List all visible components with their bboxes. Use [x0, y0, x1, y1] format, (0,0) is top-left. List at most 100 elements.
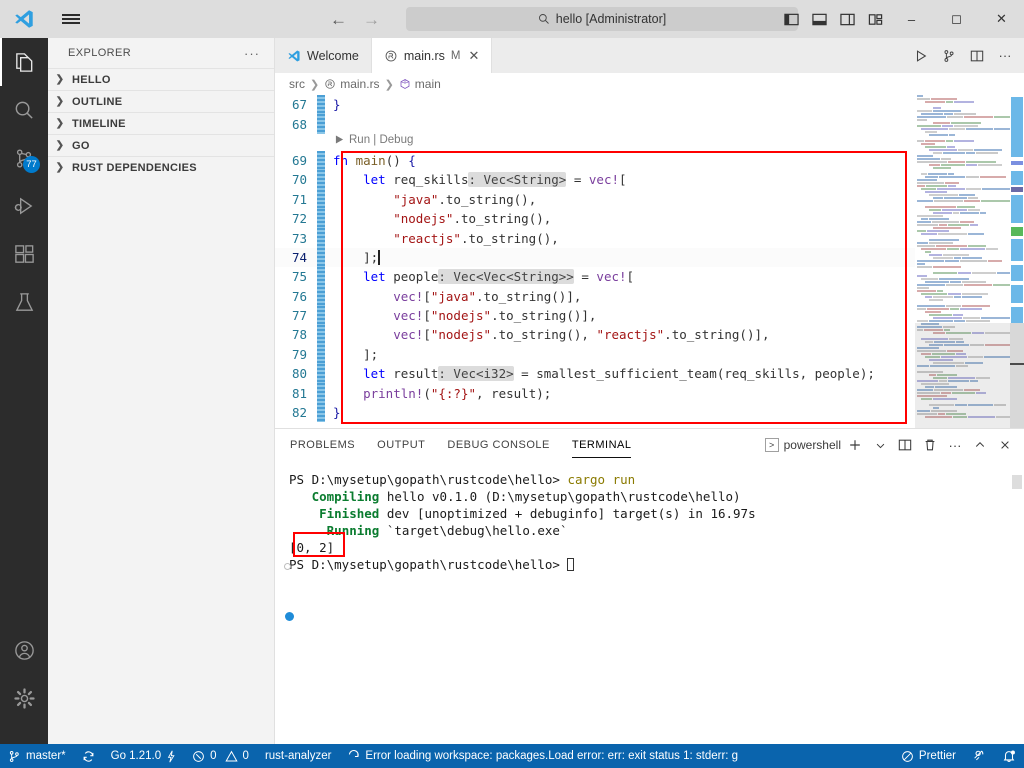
- code-line[interactable]: 78 vec!["nodejs".to_string(), "reactjs".…: [275, 325, 1024, 345]
- minimap-segment: [917, 260, 944, 262]
- minimap-segment: [954, 257, 961, 259]
- status-go-version[interactable]: Go 1.21.0: [103, 744, 185, 768]
- maximize-button[interactable]: ◻: [934, 0, 979, 38]
- git-modified-gutter: [317, 150, 325, 171]
- minimap-line: [915, 116, 1010, 118]
- code-line[interactable]: 82}: [275, 402, 1024, 423]
- minimap-line: [915, 260, 1010, 262]
- code-line[interactable]: 73 "reactjs".to_string(),: [275, 228, 1024, 248]
- breadcrumb-symbol[interactable]: main: [399, 77, 441, 91]
- toggle-panel-icon[interactable]: [805, 0, 833, 38]
- terminal-selector[interactable]: > powershell: [764, 438, 841, 452]
- panel-more-actions-icon[interactable]: ···: [944, 429, 966, 461]
- code-editor[interactable]: 67} 68 69 fn main() {70 let req_skills: Vec…: [275, 95, 1024, 430]
- split-terminal-icon[interactable]: [894, 429, 916, 461]
- minimap-line: [915, 206, 1010, 208]
- code-line[interactable]: 76 vec!["java".to_string()],: [275, 286, 1024, 306]
- code-line[interactable]: 77 vec!["nodejs".to_string()],: [275, 305, 1024, 326]
- code-line[interactable]: 79 ];: [275, 344, 1024, 365]
- run-file-icon[interactable]: [908, 38, 934, 73]
- tab-terminal[interactable]: TERMINAL: [571, 429, 632, 461]
- code-line[interactable]: 72 "nodejs".to_string(),: [275, 208, 1024, 229]
- sidebar-item-hello[interactable]: ❯ HELLO: [48, 68, 274, 90]
- minimap-slider[interactable]: [915, 323, 1010, 430]
- status-sync[interactable]: [74, 744, 103, 768]
- status-rust-analyzer[interactable]: rust-analyzer: [257, 744, 339, 768]
- kill-terminal-icon[interactable]: [919, 429, 941, 461]
- minimap-segment: [950, 308, 959, 310]
- tab-output[interactable]: OUTPUT: [377, 429, 425, 461]
- sidebar-item-rust-dependencies[interactable]: ❯ RUST DEPENDENCIES: [48, 156, 274, 178]
- close-button[interactable]: ✕: [979, 0, 1024, 38]
- split-editor-icon[interactable]: [964, 38, 990, 73]
- panel-scrollbar[interactable]: [1012, 475, 1022, 489]
- code-line[interactable]: 75 let people: Vec<Vec<String>> = vec![: [275, 267, 1024, 287]
- command-center-search[interactable]: hello [Administrator]: [406, 7, 798, 31]
- editor-more-actions-icon[interactable]: ···: [992, 38, 1018, 73]
- status-workspace-error[interactable]: Error loading workspace: packages.Load e…: [339, 744, 746, 768]
- status-notifications[interactable]: [994, 744, 1024, 768]
- activity-accounts[interactable]: [0, 626, 48, 674]
- status-branch[interactable]: master*: [0, 744, 74, 768]
- activity-settings[interactable]: [0, 674, 48, 722]
- activity-testing[interactable]: [0, 278, 48, 326]
- sidebar-item-go[interactable]: ❯ GO: [48, 134, 274, 156]
- code-line[interactable]: 70 let req_skills: Vec<String> = vec![: [275, 170, 1024, 190]
- tab-debug-console[interactable]: DEBUG CONSOLE: [447, 429, 549, 461]
- breadcrumb-file[interactable]: main.rs: [324, 77, 380, 91]
- code-line[interactable]: 80 let result: Vec<i32> = smallest_suffi…: [275, 364, 1024, 384]
- breadcrumb-src[interactable]: src: [289, 77, 305, 91]
- tab-problems[interactable]: PROBLEMS: [290, 429, 355, 461]
- codelens-run-debug[interactable]: Run | Debug: [275, 131, 413, 148]
- maximize-panel-icon[interactable]: [969, 429, 991, 461]
- minimap-segment: [925, 296, 932, 298]
- back-arrow-icon[interactable]: ←: [330, 11, 347, 28]
- sidebar-more-actions-icon[interactable]: ···: [244, 46, 260, 61]
- activity-search[interactable]: [0, 86, 48, 134]
- forward-arrow-icon[interactable]: →: [363, 11, 380, 28]
- customize-layout-icon[interactable]: [861, 0, 889, 38]
- minimap[interactable]: [915, 95, 1010, 430]
- close-panel-icon[interactable]: [994, 429, 1016, 461]
- bell-dot-icon: [1003, 750, 1015, 762]
- minimap-segment: [978, 164, 1002, 166]
- editor-scrollbar[interactable]: [1010, 95, 1024, 430]
- terminal-output[interactable]: PS D:\mysetup\gopath\rustcode\hello> car…: [275, 461, 1024, 573]
- minimap-segment: [954, 113, 976, 115]
- activity-explorer[interactable]: [0, 38, 48, 86]
- new-terminal-icon[interactable]: [844, 429, 866, 461]
- status-problems[interactable]: 0 0: [184, 744, 257, 768]
- line-number: 78: [291, 327, 307, 343]
- minimap-line: [915, 161, 1010, 163]
- explorer-sidebar: EXPLORER ··· ❯ HELLO ❯ OUTLINE ❯ TIMELIN…: [48, 38, 275, 744]
- status-remote-indicator[interactable]: [964, 744, 994, 768]
- tab-close-icon[interactable]: ✕: [468, 48, 479, 64]
- status-prettier[interactable]: Prettier: [893, 744, 964, 768]
- code-line[interactable]: 74 ];: [275, 247, 1024, 268]
- breadcrumb-symbol-label: main: [414, 77, 441, 91]
- editor-scrollbar-thumb[interactable]: [1010, 323, 1024, 430]
- minimap-segment: [929, 149, 957, 151]
- terminal-dropdown-icon[interactable]: [869, 429, 891, 461]
- activity-run-debug[interactable]: [0, 182, 48, 230]
- toggle-secondary-sidebar-icon[interactable]: [833, 0, 861, 38]
- tab-main-rs[interactable]: main.rs M ✕: [371, 38, 493, 73]
- code-line[interactable]: 71 "java".to_string(),: [275, 189, 1024, 209]
- minimap-segment: [917, 200, 934, 202]
- overview-ruler-mark: [1011, 161, 1023, 165]
- code-line[interactable]: 67}: [275, 95, 1024, 115]
- sidebar-item-outline[interactable]: ❯ OUTLINE: [48, 90, 274, 112]
- codelens-label[interactable]: Run | Debug: [349, 134, 413, 146]
- activity-extensions[interactable]: [0, 230, 48, 278]
- sidebar-item-timeline[interactable]: ❯ TIMELINE: [48, 112, 274, 134]
- tab-welcome[interactable]: Welcome: [275, 38, 372, 73]
- activity-source-control[interactable]: 77: [0, 134, 48, 182]
- code-line[interactable]: 69 fn main() {: [275, 150, 1024, 171]
- minimap-line: [915, 254, 1010, 256]
- run-debug-icon[interactable]: [936, 38, 962, 73]
- toggle-primary-sidebar-icon[interactable]: [777, 0, 805, 38]
- menu-hamburger-icon[interactable]: [48, 0, 94, 38]
- code-line[interactable]: 81 println!("{:?}", result);: [275, 383, 1024, 403]
- source-control-icon: [9, 750, 19, 762]
- minimize-button[interactable]: –: [889, 0, 934, 38]
